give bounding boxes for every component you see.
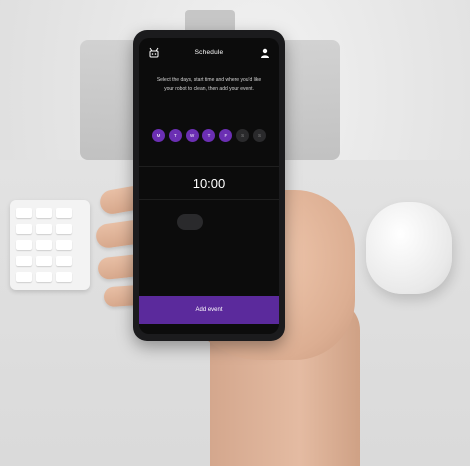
phone: Schedule Select the days, start time and… [133,30,285,341]
robot-icon[interactable] [149,46,159,58]
day-chip[interactable]: T [202,129,216,142]
toggle[interactable] [177,214,203,230]
instructions-text: Select the days, start time and where yo… [156,77,262,92]
day-chip[interactable]: W [185,129,199,142]
day-chip[interactable]: M [152,129,165,142]
day-chip[interactable]: F [219,129,233,142]
user-icon[interactable] [260,46,270,58]
time-picker[interactable]: 10:00 [139,166,279,200]
day-chip[interactable]: T [168,129,182,142]
day-selector: M T W T F S S [152,129,266,143]
start-time: 10:00 [192,175,226,191]
phone-screen: Schedule Select the days, start time and… [139,38,279,334]
keyboard [10,200,90,290]
add-event-button[interactable]: Add event [139,296,279,324]
mouse [366,202,452,294]
day-chip[interactable]: S [252,129,266,142]
day-chip[interactable]: S [236,129,250,142]
app-bar: Schedule [139,38,279,66]
page-title: Schedule [194,48,224,56]
